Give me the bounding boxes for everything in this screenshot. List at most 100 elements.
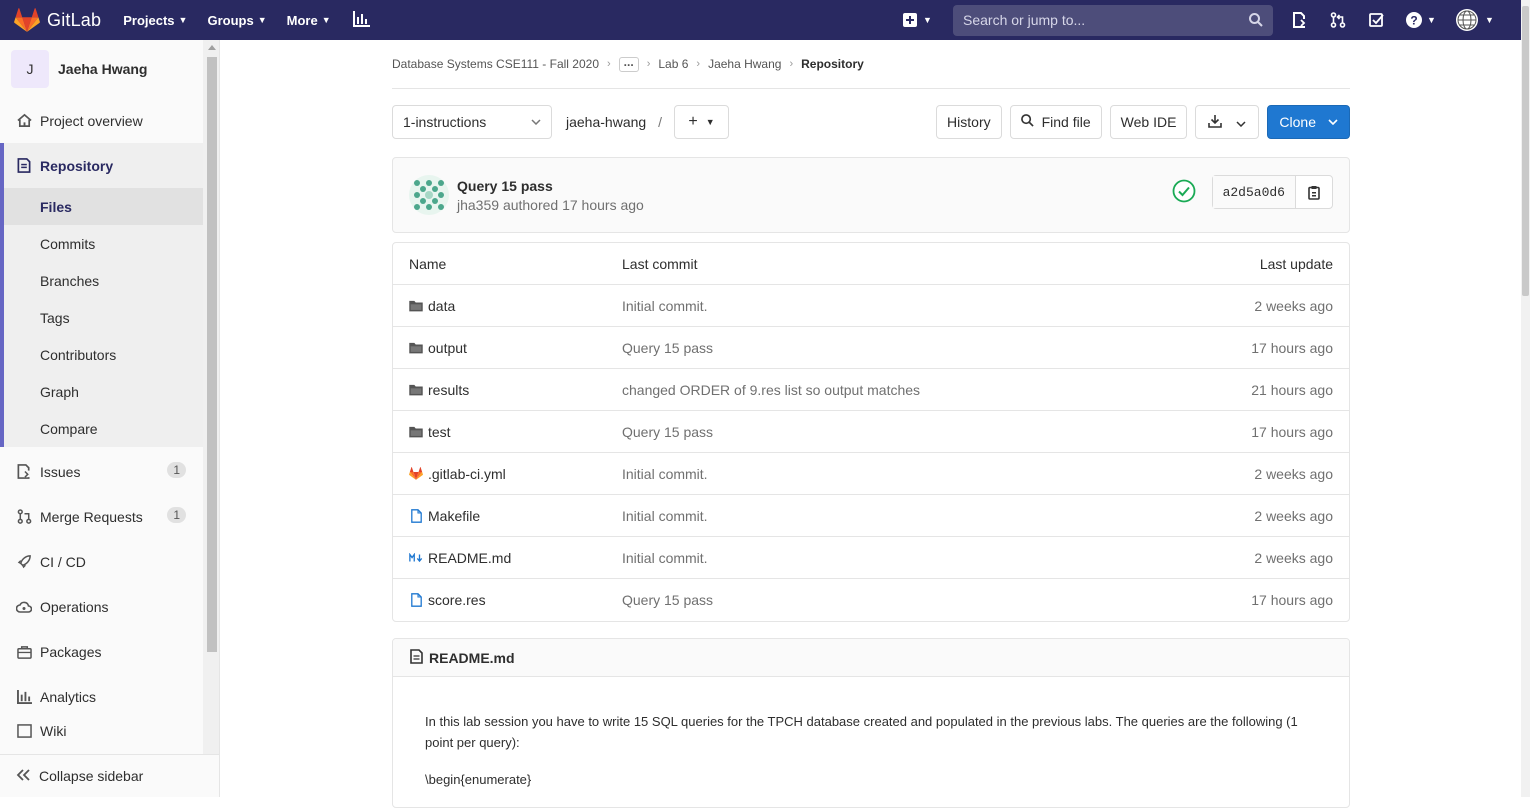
table-row[interactable]: .gitlab-ci.yml Initial commit. 2 weeks ago — [393, 453, 1349, 495]
file-name-link[interactable]: README.md — [428, 550, 511, 566]
file-tree-header: Name Last commit Last update — [393, 243, 1349, 285]
table-row[interactable]: README.md Initial commit. 2 weeks ago — [393, 537, 1349, 579]
issues-nav-icon[interactable] — [1289, 10, 1309, 30]
nav-projects[interactable]: Projects ▼ — [123, 13, 187, 28]
file-name-link[interactable]: results — [428, 382, 469, 398]
file-name-link[interactable]: test — [428, 424, 451, 440]
clone-button[interactable]: Clone — [1267, 105, 1350, 139]
file-name-cell[interactable]: results — [409, 382, 622, 398]
sidebar-item-ci-cd[interactable]: CI / CD — [0, 539, 204, 584]
last-commit-link[interactable]: Query 15 pass — [622, 592, 1251, 608]
search-icon — [1249, 13, 1263, 27]
last-commit-link[interactable]: Initial commit. — [622, 550, 1254, 566]
sidebar-sub-graph[interactable]: Graph — [4, 373, 204, 410]
file-name-link[interactable]: data — [428, 298, 455, 314]
add-to-tree-button[interactable]: + ▼ — [674, 105, 730, 139]
breadcrumb-current[interactable]: Repository — [801, 57, 864, 71]
help-dropdown[interactable]: ? ▼ — [1406, 10, 1436, 30]
file-name-cell[interactable]: test — [409, 424, 622, 440]
sidebar-item-operations[interactable]: Operations — [0, 584, 204, 629]
breadcrumb-project[interactable]: Jaeha Hwang — [708, 57, 781, 71]
file-name-cell[interactable]: README.md — [409, 550, 622, 566]
last-commit-box: Query 15 pass jha359 authored 17 hours a… — [392, 157, 1350, 233]
repo-path-link[interactable]: jaeha-hwang — [566, 114, 646, 130]
commit-title-link[interactable]: Query 15 pass — [457, 178, 644, 194]
sidebar-item-wiki[interactable]: Wiki — [0, 719, 204, 739]
sidebar-sub-branches[interactable]: Branches — [4, 262, 204, 299]
scroll-up-arrow-icon[interactable] — [208, 45, 216, 50]
breadcrumb-subgroup[interactable]: Lab 6 — [658, 57, 688, 71]
table-row[interactable]: output Query 15 pass 17 hours ago — [393, 327, 1349, 369]
commit-author-link[interactable]: jha359 — [457, 197, 499, 213]
file-name-cell[interactable]: Makefile — [409, 508, 622, 524]
gitlab-logo-link[interactable]: GitLab — [14, 8, 101, 32]
last-commit-link[interactable]: changed ORDER of 9.res list so output ma… — [622, 382, 1251, 398]
file-name-cell[interactable]: data — [409, 298, 622, 314]
commit-author-avatar[interactable] — [409, 175, 449, 215]
web-ide-button[interactable]: Web IDE — [1109, 105, 1188, 139]
last-commit-link[interactable]: Query 15 pass — [622, 340, 1251, 356]
last-commit-link[interactable]: Initial commit. — [622, 298, 1254, 314]
breadcrumb-more-button[interactable]: ... — [618, 56, 639, 72]
file-name-cell[interactable]: output — [409, 340, 622, 356]
sidebar-item-project-overview[interactable]: Project overview — [0, 98, 204, 143]
last-commit-link[interactable]: Query 15 pass — [622, 424, 1251, 440]
file-name-link[interactable]: Makefile — [428, 508, 480, 524]
download-dropdown-button[interactable] — [1195, 105, 1260, 139]
todo-icon[interactable] — [1367, 10, 1387, 30]
pipeline-passed-icon[interactable] — [1172, 179, 1196, 203]
table-row[interactable]: data Initial commit. 2 weeks ago — [393, 285, 1349, 327]
page-scroll-thumb[interactable] — [1522, 6, 1529, 296]
new-dropdown-button[interactable]: ▼ — [903, 13, 943, 27]
search-input[interactable] — [963, 12, 1249, 28]
chart-icon — [16, 689, 32, 705]
commit-sha-label[interactable]: a2d5a0d6 — [1212, 176, 1296, 208]
merge-requests-count-badge: 1 — [167, 507, 186, 523]
table-row[interactable]: test Query 15 pass 17 hours ago — [393, 411, 1349, 453]
sidebar-sub-compare[interactable]: Compare — [4, 410, 204, 447]
breadcrumb-group[interactable]: Database Systems CSE111 - Fall 2020 — [392, 57, 599, 71]
find-file-button[interactable]: Find file — [1009, 105, 1102, 139]
sidebar-item-merge-requests[interactable]: Merge Requests 1 — [0, 494, 204, 539]
sidebar-sub-contributors[interactable]: Contributors — [4, 336, 204, 373]
readme-filename[interactable]: README.md — [429, 650, 515, 666]
sidebar-sub-tags[interactable]: Tags — [4, 299, 204, 336]
repository-submenu: Files Commits Branches Tags Contributors… — [0, 188, 204, 447]
last-update-time: 2 weeks ago — [1254, 507, 1333, 524]
file-name-cell[interactable]: score.res — [409, 592, 622, 608]
search-box[interactable] — [953, 4, 1273, 36]
nav-more[interactable]: More ▼ — [287, 13, 331, 28]
collapse-sidebar-label: Collapse sidebar — [39, 768, 144, 784]
copy-sha-button[interactable] — [1296, 176, 1332, 208]
sidebar-item-label: Wiki — [40, 723, 67, 739]
last-commit-link[interactable]: Initial commit. — [622, 466, 1254, 482]
sidebar-scrollbar[interactable] — [203, 40, 219, 757]
page-scrollbar[interactable] — [1521, 0, 1530, 797]
sidebar-scroll-thumb[interactable] — [207, 57, 217, 652]
table-row[interactable]: score.res Query 15 pass 17 hours ago — [393, 579, 1349, 621]
file-name-link[interactable]: .gitlab-ci.yml — [428, 466, 506, 482]
file-name-link[interactable]: output — [428, 340, 467, 356]
sidebar-item-packages[interactable]: Packages — [0, 629, 204, 674]
sidebar-project-header[interactable]: J Jaeha Hwang — [0, 40, 219, 98]
last-commit-link[interactable]: Initial commit. — [622, 508, 1254, 524]
file-name-cell[interactable]: .gitlab-ci.yml — [409, 466, 622, 482]
table-row[interactable]: results changed ORDER of 9.res list so ou… — [393, 369, 1349, 411]
activity-chart-icon[interactable] — [352, 10, 370, 30]
table-row[interactable]: Makefile Initial commit. 2 weeks ago — [393, 495, 1349, 537]
branch-select[interactable]: 1-instructions — [392, 105, 552, 139]
history-button[interactable]: History — [936, 105, 1002, 139]
double-chevron-left-icon — [16, 768, 31, 784]
sidebar-sub-commits[interactable]: Commits — [4, 225, 204, 262]
sidebar-item-analytics[interactable]: Analytics — [0, 674, 204, 719]
sidebar-item-repository[interactable]: Repository — [0, 143, 204, 188]
collapse-sidebar-button[interactable]: Collapse sidebar — [0, 754, 219, 797]
sidebar-sub-files[interactable]: Files — [4, 188, 204, 225]
brand-name: GitLab — [47, 9, 102, 30]
user-menu[interactable]: ▼ — [1455, 8, 1494, 32]
file-name-link[interactable]: score.res — [428, 592, 486, 608]
nav-groups[interactable]: Groups ▼ — [207, 13, 266, 28]
merge-request-nav-icon[interactable] — [1328, 10, 1348, 30]
nav-groups-label: Groups — [207, 12, 254, 28]
sidebar-item-issues[interactable]: Issues 1 — [0, 449, 204, 494]
